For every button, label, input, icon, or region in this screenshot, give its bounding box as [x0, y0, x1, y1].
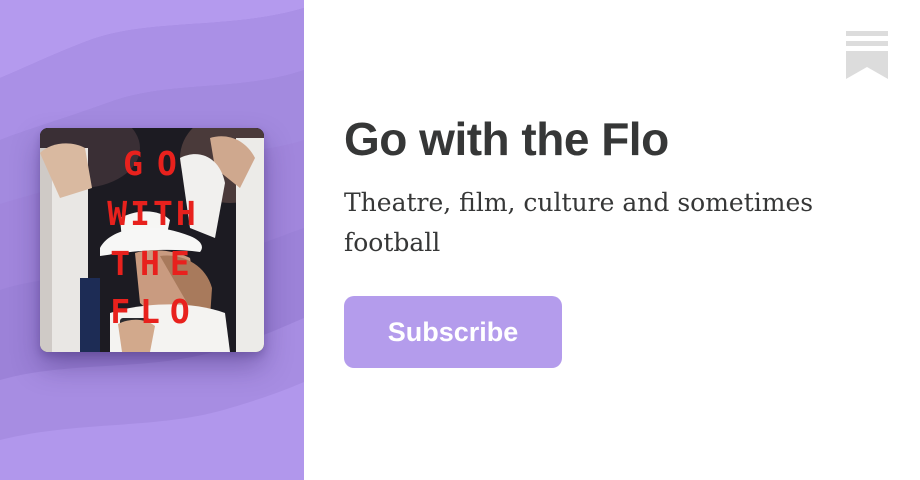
- brand-panel: GO WITH THE FLO: [0, 0, 304, 480]
- subscribe-button[interactable]: Subscribe: [344, 296, 562, 368]
- cover-line: THE: [110, 244, 200, 283]
- substack-bookmark-icon: [846, 31, 888, 79]
- share-card: GO WITH THE FLO Go with the Flo Theatre,…: [0, 0, 920, 480]
- publication-description: Theatre, film, culture and sometimes foo…: [344, 188, 814, 257]
- cover-line: GO: [123, 144, 191, 183]
- cover-line: WITH: [107, 194, 199, 233]
- cover-line: FLO: [110, 292, 200, 331]
- cover-title: GO WITH THE FLO: [40, 128, 264, 352]
- podcast-cover-art: GO WITH THE FLO: [40, 128, 264, 352]
- publication-title: Go with the Flo: [344, 113, 669, 165]
